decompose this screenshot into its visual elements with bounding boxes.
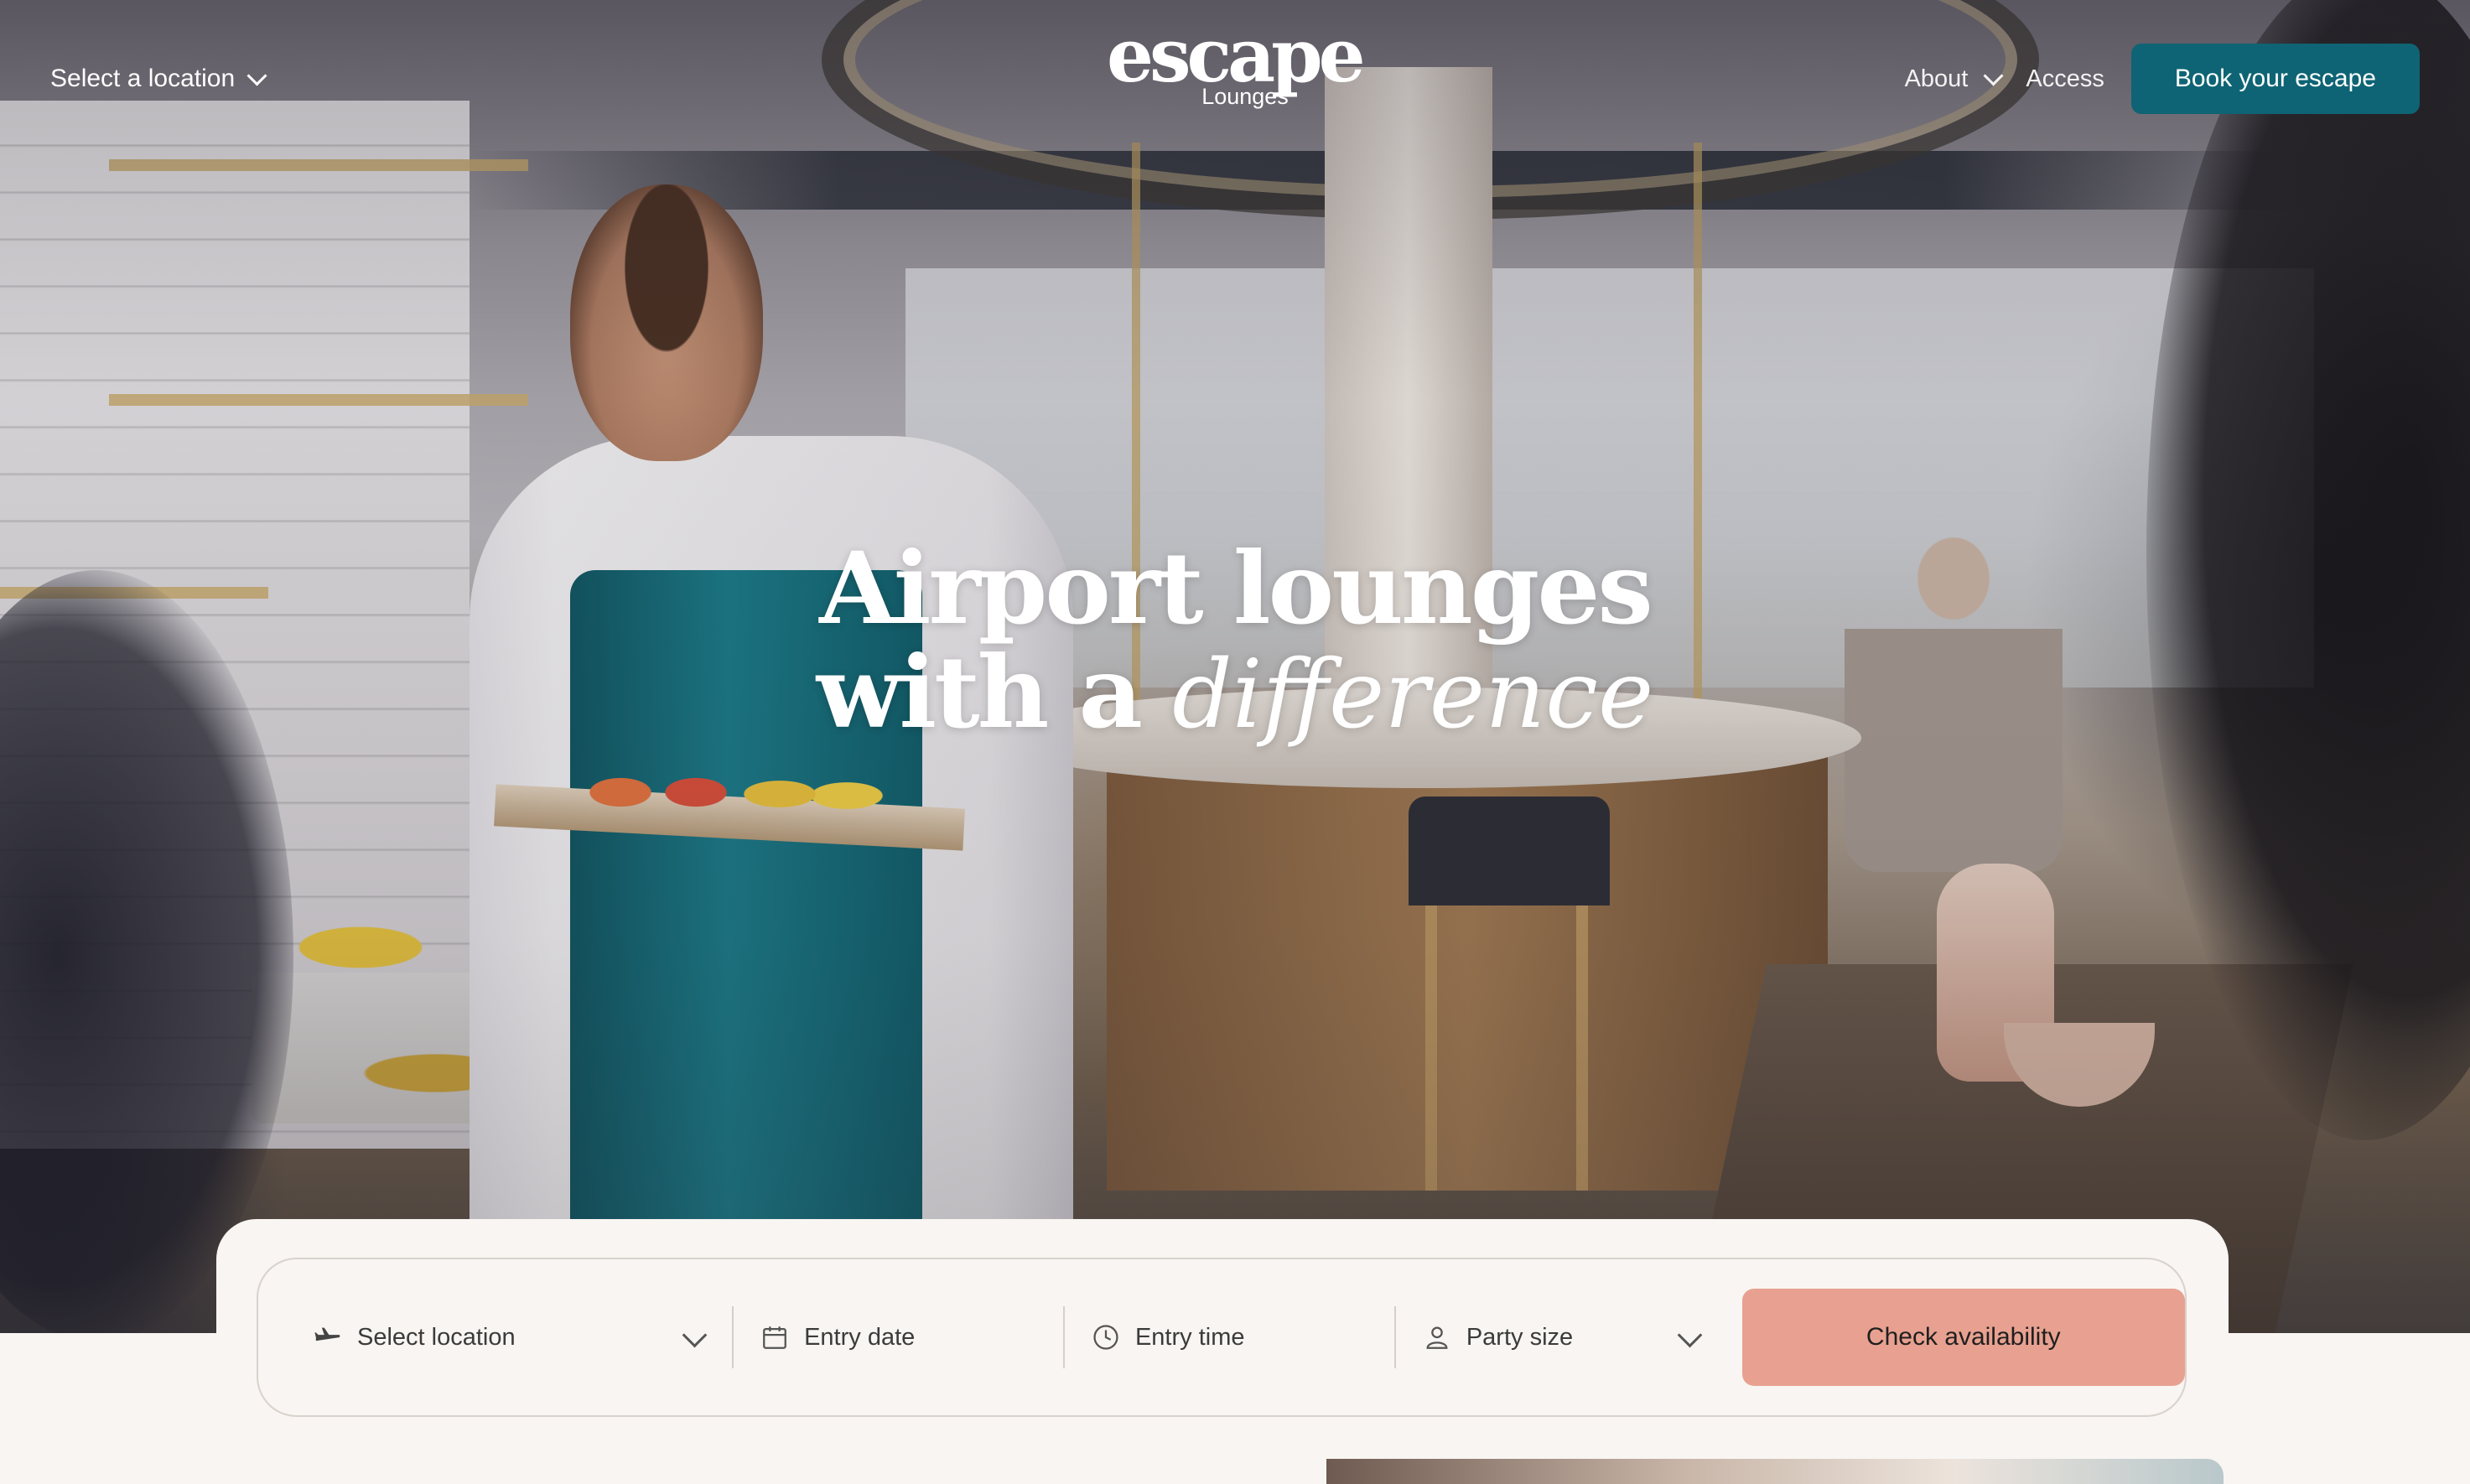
next-section-image [1326, 1459, 2224, 1484]
hero-headline-line-1: Airport lounges [819, 530, 1653, 646]
nav-about-label: About [1904, 65, 1969, 92]
calendar-icon [763, 1326, 786, 1349]
site-logo[interactable]: escape Lounges [1107, 12, 1366, 119]
entry-date-placeholder: Entry date [804, 1323, 916, 1351]
book-your-escape-button[interactable]: Book your escape [2130, 44, 2420, 114]
page: Select a location escape Lounges About A… [0, 0, 2470, 1484]
nav-access[interactable]: Access [2026, 65, 2104, 93]
plane-icon [314, 1327, 340, 1341]
check-availability-button[interactable]: Check availability [1741, 1289, 2185, 1386]
location-selector-label: Select a location [50, 65, 236, 92]
availability-form: Select location Entry date Entry time Pa… [257, 1258, 2187, 1417]
party-size-select[interactable]: Party size [1393, 1306, 1727, 1368]
entry-time-placeholder: Entry time [1134, 1323, 1245, 1351]
clock-icon [1093, 1325, 1118, 1350]
hero-headline-prefix: with a [816, 634, 1143, 750]
location-select[interactable]: Select location [258, 1306, 732, 1368]
chevron-down-icon [1677, 1322, 1702, 1348]
person-icon [1426, 1326, 1448, 1349]
nav-access-label: Access [2026, 65, 2104, 92]
main-nav: About Access Book your escape [1905, 44, 2420, 114]
chevron-down-icon [682, 1322, 708, 1348]
party-size-placeholder: Party size [1466, 1323, 1574, 1351]
chevron-down-icon [1983, 65, 2004, 86]
chevron-down-icon [246, 65, 267, 86]
nav-about[interactable]: About [1904, 65, 2004, 93]
entry-date-field[interactable]: Entry date [732, 1306, 1063, 1368]
logo-wordmark: escape [1107, 12, 1366, 99]
hero-headline-script: difference [1172, 641, 1654, 750]
hero-headline: Airport lounges with a difference [755, 530, 1715, 750]
location-select-placeholder: Select location [357, 1323, 516, 1351]
hero-headline-line-2: with a difference [755, 641, 1715, 750]
entry-time-field[interactable]: Entry time [1062, 1306, 1394, 1368]
location-selector[interactable]: Select a location [50, 59, 267, 99]
